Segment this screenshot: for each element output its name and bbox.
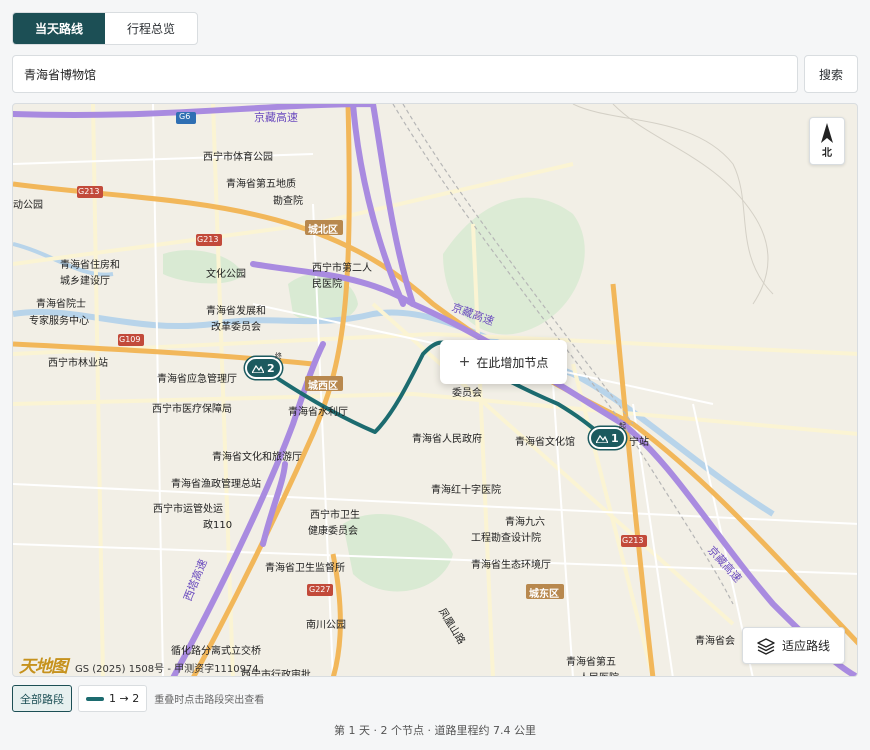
map-label: 青海省会 <box>695 636 735 647</box>
map-label: 青海省住房和 <box>60 260 120 271</box>
fit-route-button[interactable]: 适应路线 <box>742 627 845 664</box>
compass-label: 北 <box>822 148 832 159</box>
map-label: 勘查院 <box>273 196 303 207</box>
marker-tag-end: 终 <box>275 352 282 360</box>
map-label: 青海省第五地质 <box>226 179 296 190</box>
add-node-popup[interactable]: + 在此增加节点 <box>440 340 567 384</box>
map-label: G6 <box>179 112 191 121</box>
add-node-label: 在此增加节点 <box>476 355 549 370</box>
map-label: 政110 <box>203 520 233 531</box>
map-label: 青海九六 <box>505 517 545 528</box>
map-label: G227 <box>309 585 331 594</box>
map-label: G213 <box>197 235 219 244</box>
map-label: 委员会 <box>452 388 482 399</box>
tab-today-route[interactable]: 当天路线 <box>13 13 105 44</box>
map-label: 青海省人民政府 <box>412 434 482 445</box>
north-arrow-icon <box>821 123 833 143</box>
map-label: G213 <box>622 536 644 545</box>
segment-label: 1 → 2 <box>109 692 140 705</box>
map-label: 城乡建设厅 <box>60 276 110 287</box>
map-provider-logo: 天地图 <box>19 657 68 677</box>
map-label: 青海省应急管理厅 <box>157 374 237 385</box>
search-button[interactable]: 搜索 <box>804 55 858 93</box>
map-copyright: GS (2025) 1508号 - 甲测资字1110974 <box>75 664 259 675</box>
map-label: 动公园 <box>13 200 43 211</box>
view-tabs: 当天路线 行程总览 <box>12 12 198 45</box>
route-summary: 第 1 天 · 2 个节点 · 道路里程约 7.4 公里 <box>334 724 536 737</box>
map-label: 工程勘查设计院 <box>471 533 541 544</box>
marker-tag-start: 起 <box>619 422 626 430</box>
map-label: 青海省文化和旅游厅 <box>212 452 302 463</box>
map-canvas[interactable] <box>13 104 858 677</box>
map-label: 青海省渔政管理总站 <box>171 479 261 490</box>
search-input[interactable] <box>12 55 798 93</box>
map-label: 健康委员会 <box>308 526 358 537</box>
map-label: 西宁市体育公园 <box>203 152 273 163</box>
map-label: 西宁市运管处运 <box>153 504 223 515</box>
map-label: 文化公园 <box>206 269 246 280</box>
mountain-icon <box>596 434 608 443</box>
map-label: 西宁市第二人 <box>312 263 372 274</box>
compass-button[interactable]: 北 <box>809 117 845 165</box>
search-bar: 搜索 <box>12 55 858 93</box>
map-label: 青海省第五 <box>566 657 616 668</box>
map-view[interactable]: 京藏高速 G6 西宁市体育公园 青海省第五地质 勘查院 城北区 G213 动公园… <box>12 103 858 677</box>
fit-route-label: 适应路线 <box>781 639 830 653</box>
map-label: G213 <box>78 187 100 196</box>
map-label: 青海省卫生监督所 <box>265 563 345 574</box>
layers-icon <box>757 637 775 655</box>
map-label: 城北区 <box>308 225 338 236</box>
segment-bar: 全部路段 1 → 2 重叠时点击路段突出查看 <box>12 685 264 712</box>
map-label: 城东区 <box>529 589 559 600</box>
map-label: 民医院 <box>312 279 342 290</box>
map-label: 人民医院 <box>579 669 619 676</box>
marker-number: 1 <box>611 431 619 445</box>
segment-color-swatch <box>86 696 104 701</box>
map-label: 西宁市林业站 <box>48 358 108 369</box>
marker-number: 2 <box>267 361 275 375</box>
mountain-icon <box>252 364 264 373</box>
map-label: 京藏高速 <box>254 111 298 124</box>
map-label: 青海省生态环境厅 <box>471 560 551 571</box>
map-label: 专家服务中心 <box>29 316 89 327</box>
map-label: 西宁市卫生 <box>310 510 360 521</box>
segment-hint: 重叠时点击路段突出查看 <box>154 695 265 706</box>
map-label: 青海省发展和 <box>206 306 266 317</box>
map-label: 西宁市医疗保障局 <box>152 404 232 415</box>
map-label: G109 <box>119 335 141 344</box>
map-label: 青海红十字医院 <box>431 485 501 496</box>
plus-icon: + <box>458 354 471 370</box>
map-label: 青海省院士 <box>36 299 86 310</box>
all-segments-button[interactable]: 全部路段 <box>12 685 72 712</box>
map-label: 城西区 <box>308 381 338 392</box>
map-label: 宁站 <box>629 437 649 448</box>
map-label: 循化路分离式立交桥 <box>171 646 261 657</box>
map-label: 青海省水利厅 <box>288 407 348 418</box>
map-label: 南川公园 <box>306 620 346 631</box>
segment-button[interactable]: 1 → 2 <box>78 685 148 712</box>
tab-trip-overview[interactable]: 行程总览 <box>105 13 197 44</box>
map-label: 青海省文化馆 <box>515 437 575 448</box>
map-label: 改革委员会 <box>211 322 261 333</box>
